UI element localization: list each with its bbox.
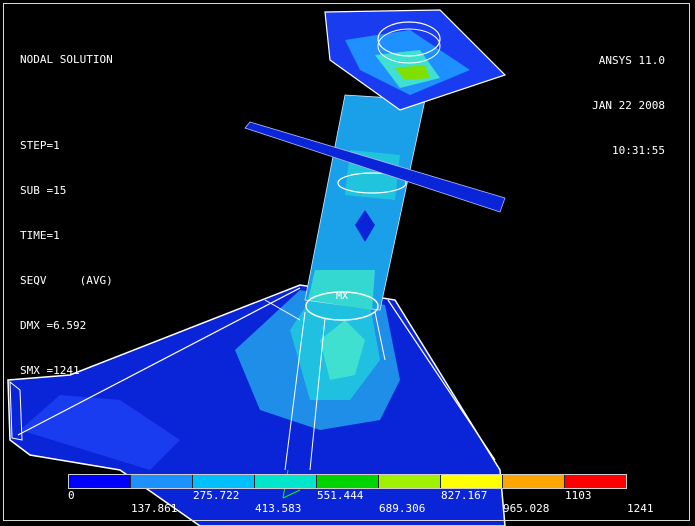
sub-label: SUB =15 bbox=[20, 184, 67, 197]
seqv-label: SEQV (AVG) bbox=[20, 274, 113, 287]
graphics-viewport[interactable]: NODAL SOLUTION STEP=1 SUB =15 TIME=1 SEQ… bbox=[0, 0, 695, 526]
smx-label: SMX =1241 bbox=[20, 364, 80, 377]
legend-tick-bottom: 965.028 bbox=[503, 502, 550, 515]
step-label: STEP=1 bbox=[20, 139, 60, 152]
legend-tick-top: 827.167 bbox=[441, 489, 488, 502]
legend-tick-bottom: 1241 bbox=[627, 502, 654, 515]
max-marker-label: MX bbox=[336, 291, 349, 302]
dmx-label: DMX =6.592 bbox=[20, 319, 87, 332]
legend-tick-bottom: 137.861 bbox=[131, 502, 178, 515]
version-stamp: ANSYS 11.0 JAN 22 2008 10:31:55 bbox=[592, 23, 665, 188]
legend-swatch bbox=[317, 475, 379, 488]
legend-swatch bbox=[379, 475, 441, 488]
legend-tick-bottom: 689.306 bbox=[379, 502, 426, 515]
legend-swatch bbox=[503, 475, 565, 488]
legend-swatch bbox=[131, 475, 193, 488]
solution-info-block: NODAL SOLUTION STEP=1 SUB =15 TIME=1 SEQ… bbox=[20, 22, 113, 408]
legend-tick-bottom: 413.583 bbox=[255, 502, 302, 515]
legend-tick-top: 1103 bbox=[565, 489, 592, 502]
run-date: JAN 22 2008 bbox=[592, 99, 665, 112]
legend-swatch bbox=[441, 475, 503, 488]
legend-tick-top: 551.444 bbox=[317, 489, 364, 502]
legend-swatch bbox=[69, 475, 131, 488]
legend-swatch bbox=[565, 475, 626, 488]
solution-title: NODAL SOLUTION bbox=[20, 53, 113, 66]
legend-swatch bbox=[193, 475, 255, 488]
legend-tick-top: 0 bbox=[68, 489, 75, 502]
ansys-version: ANSYS 11.0 bbox=[598, 54, 665, 67]
legend-swatch bbox=[255, 475, 317, 488]
legend-tick-top: 275.722 bbox=[193, 489, 240, 502]
run-time: 10:31:55 bbox=[612, 144, 665, 157]
contour-legend-bar bbox=[68, 474, 627, 489]
time-label: TIME=1 bbox=[20, 229, 60, 242]
